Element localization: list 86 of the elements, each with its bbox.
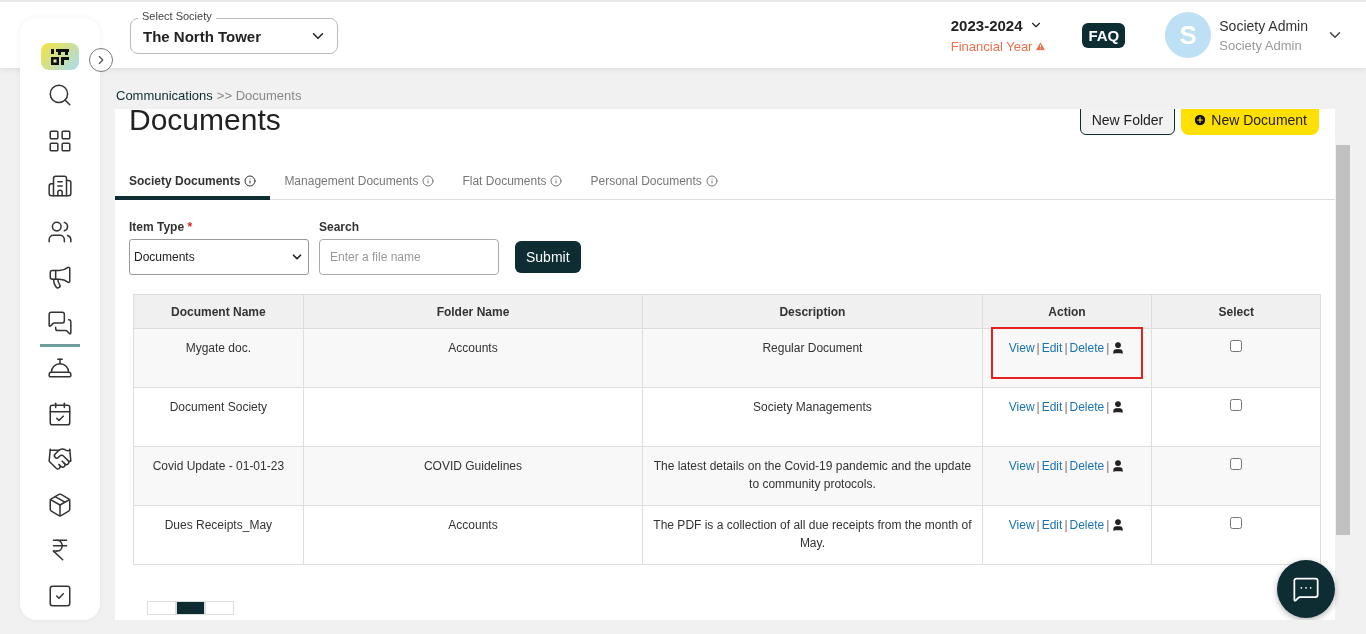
separator: | — [1064, 340, 1068, 357]
action-link[interactable]: Delete — [1069, 398, 1105, 416]
user-icon[interactable] — [1111, 400, 1126, 414]
action-link[interactable]: View — [1008, 457, 1035, 475]
separator: | — [1036, 399, 1040, 416]
table-cell: The PDF is a collection of all due receipts from the month of May. — [642, 505, 983, 565]
select-checkbox[interactable] — [1230, 340, 1243, 352]
action-link[interactable]: Edit — [1041, 516, 1063, 534]
search-field[interactable]: Enter a file name — [319, 239, 499, 275]
column-header: Action — [982, 294, 1152, 329]
table-cell: Dues Receipts_May — [133, 505, 304, 565]
select-checkbox[interactable] — [1230, 458, 1243, 470]
info-icon — [244, 174, 257, 187]
separator: | — [1106, 340, 1110, 357]
checkbox-icon — [47, 582, 73, 609]
page-title: Documents — [129, 109, 281, 137]
logo-icon[interactable] — [41, 43, 79, 70]
chat-icon — [1292, 575, 1320, 603]
table-cell: COVID Guidelines — [303, 446, 643, 506]
field-label: Search — [319, 220, 361, 234]
breadcrumb-current: >> Documents — [216, 88, 302, 103]
select-checkbox[interactable] — [1230, 517, 1243, 529]
separator: | — [1036, 340, 1040, 357]
table-cell: Covid Update - 01-01-23 — [133, 446, 304, 506]
field-label: Item Type * — [129, 220, 194, 234]
action-link[interactable]: Edit — [1041, 398, 1063, 416]
separator: | — [1064, 458, 1068, 475]
user-role: Society Admin — [1219, 37, 1303, 53]
user-name: Society Admin — [1219, 17, 1308, 34]
separator: | — [1106, 458, 1110, 475]
table-cell: Document Society — [133, 387, 304, 447]
plus-circle-icon — [1193, 113, 1208, 127]
select-checkbox[interactable] — [1230, 399, 1243, 411]
financial-year-label: Financial Year — [950, 38, 1047, 54]
tab[interactable]: Personal Documents — [576, 165, 732, 200]
action-link[interactable]: Edit — [1041, 457, 1063, 475]
separator: | — [1036, 517, 1040, 534]
handshake-icon — [47, 446, 73, 473]
table-cell: Mygate doc. — [133, 328, 304, 388]
table-cell: Regular Document — [642, 328, 983, 388]
calendar-icon — [47, 400, 73, 427]
column-header: Description — [642, 294, 983, 329]
new-document-button[interactable]: New Document — [1181, 109, 1319, 135]
field-label: Select Society — [138, 10, 216, 22]
separator: | — [1106, 399, 1110, 416]
info-icon — [422, 174, 435, 187]
box-icon — [47, 491, 73, 518]
item-type-select[interactable]: Documents — [129, 239, 309, 275]
column-header: Select — [1151, 294, 1321, 329]
separator: | — [1064, 517, 1068, 534]
year-dropdown[interactable]: 2023-2024 — [950, 16, 1043, 34]
action-link[interactable]: View — [1008, 398, 1035, 416]
tab[interactable]: Flat Documents — [448, 165, 577, 200]
breadcrumb-link[interactable]: Communications — [116, 88, 213, 103]
tab[interactable]: Management Documents — [270, 165, 449, 200]
faq-button[interactable]: FAQ — [1082, 22, 1126, 48]
column-header: Folder Name — [303, 294, 643, 329]
action-link[interactable]: View — [1008, 339, 1035, 357]
new-folder-button[interactable]: New Folder — [1079, 109, 1176, 135]
chat-icon — [47, 309, 73, 336]
info-icon — [705, 174, 718, 187]
page-button[interactable] — [176, 601, 205, 615]
table-cell: The latest details on the Covid-19 pandemic and the update to community protocols. — [642, 446, 983, 506]
user-icon[interactable] — [1111, 459, 1126, 473]
chat-button[interactable] — [1277, 560, 1335, 618]
separator: | — [1036, 458, 1040, 475]
action-link[interactable]: Delete — [1069, 457, 1105, 475]
warning-icon — [1035, 40, 1047, 52]
building-icon — [47, 173, 73, 200]
megaphone-icon — [47, 264, 73, 291]
action-link[interactable]: Edit — [1041, 339, 1063, 357]
table-cell: Accounts — [303, 505, 643, 565]
table-cell: Accounts — [303, 328, 643, 388]
user-icon[interactable] — [1111, 518, 1126, 532]
action-link[interactable]: Delete — [1069, 339, 1105, 357]
user-icon[interactable] — [1111, 341, 1126, 355]
column-header: Document Name — [133, 294, 304, 329]
submit-button[interactable]: Submit — [515, 241, 581, 273]
grid-icon — [47, 127, 73, 154]
action-link[interactable]: Delete — [1069, 516, 1105, 534]
table-cell: Society Managements — [642, 387, 983, 447]
separator: | — [1106, 517, 1110, 534]
tab[interactable]: Society Documents — [115, 165, 271, 200]
separator: | — [1064, 399, 1068, 416]
info-icon — [550, 174, 563, 187]
action-link[interactable]: View — [1008, 516, 1035, 534]
